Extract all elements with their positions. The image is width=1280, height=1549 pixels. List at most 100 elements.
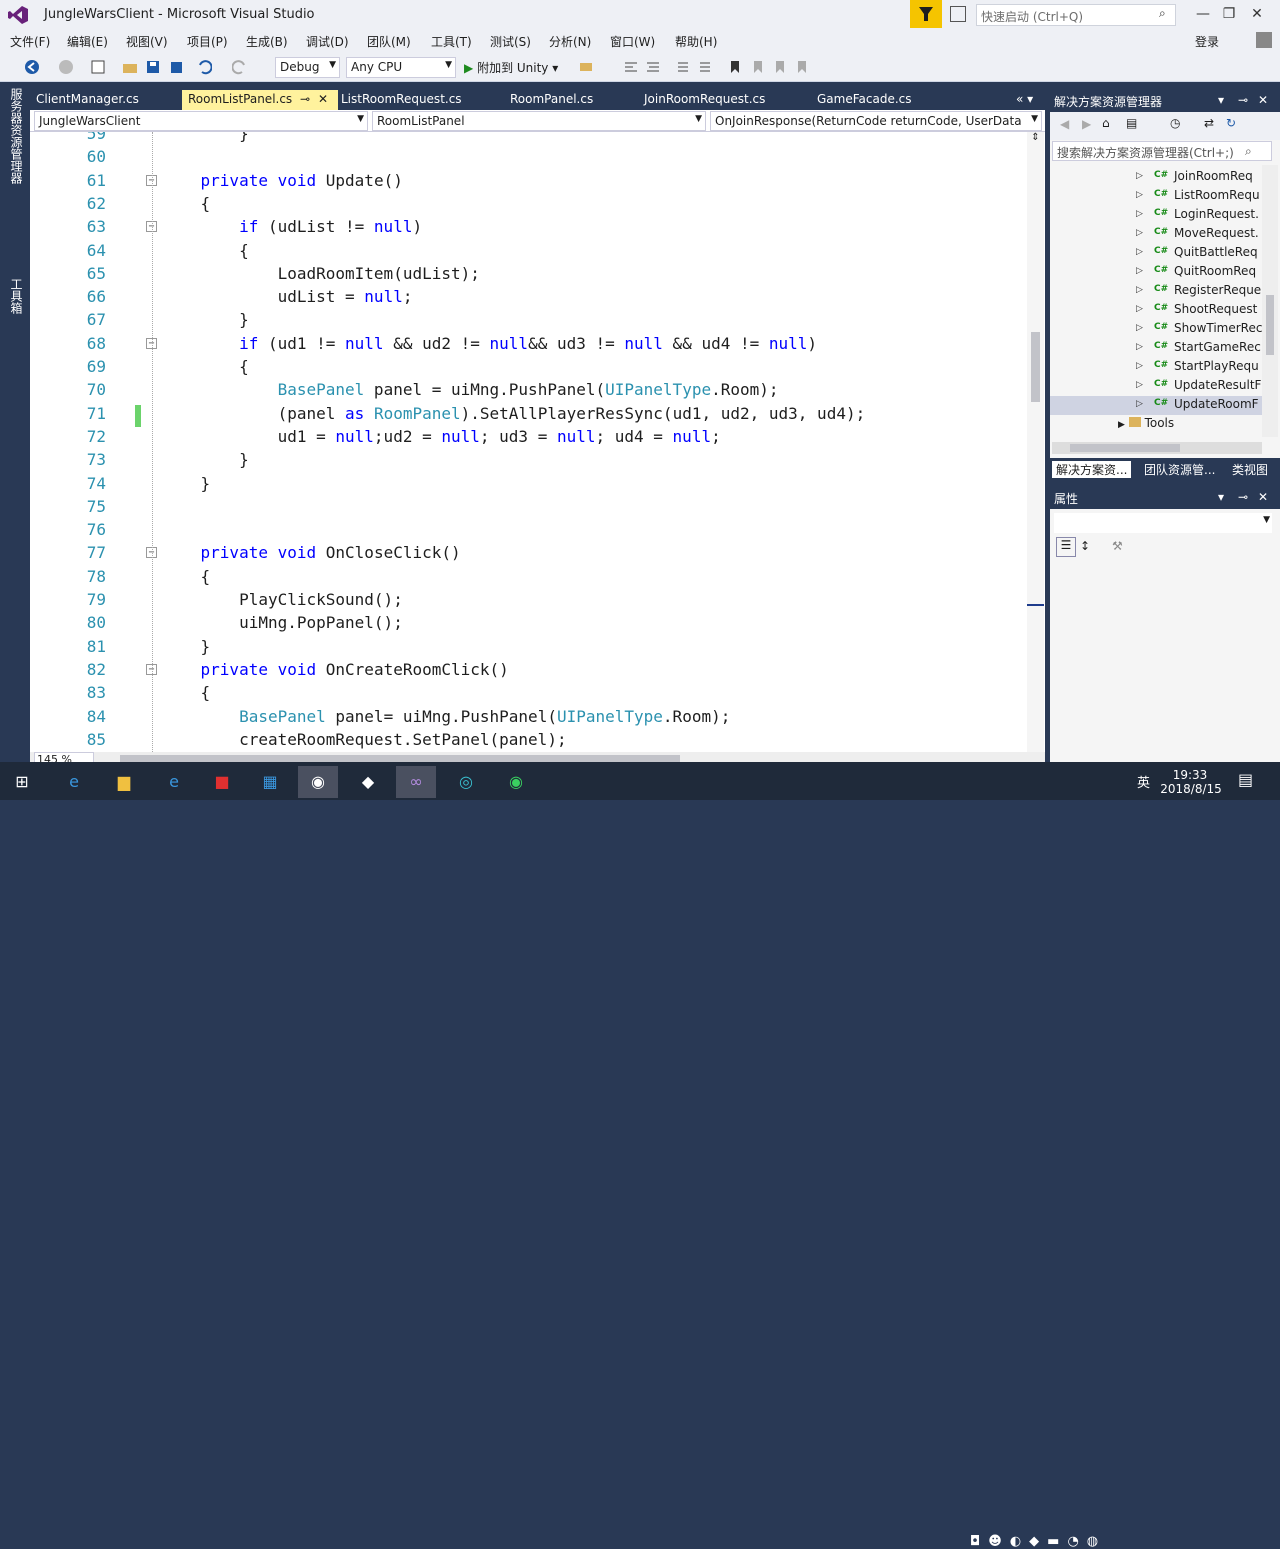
code-line[interactable]: 80 uiMng.PopPanel(); xyxy=(30,613,1030,636)
menu-edit[interactable]: 编辑(E) xyxy=(67,33,108,50)
solution-tree-item[interactable]: ▷ C# StartGameRec xyxy=(1136,339,1266,358)
format-icon[interactable] xyxy=(623,59,639,75)
code-line[interactable]: 62 { xyxy=(30,194,1030,217)
open-file-icon[interactable] xyxy=(122,59,138,75)
close-tab-icon[interactable]: ✕ xyxy=(318,92,328,106)
tab-roomlistpanel[interactable]: RoomListPanel.cs ⊸ ✕ xyxy=(182,90,338,110)
pin-icon[interactable]: ⊸ xyxy=(1238,490,1248,504)
youdao-icon[interactable]: ■ xyxy=(202,766,242,798)
code-line[interactable]: 65 LoadRoomItem(udList); xyxy=(30,264,1030,287)
new-project-icon[interactable] xyxy=(90,59,106,75)
window-app-icon[interactable]: ▦ xyxy=(250,766,290,798)
scroll-thumb[interactable] xyxy=(1031,332,1040,402)
solution-configuration-select[interactable]: Debug ▼ xyxy=(275,57,340,78)
tab-joinroomrequest[interactable]: JoinRoomRequest.cs xyxy=(638,90,771,110)
solution-tree-item[interactable]: ▷ C# UpdateResultF xyxy=(1136,377,1266,396)
expand-icon[interactable]: ▷ xyxy=(1136,380,1143,390)
code-line[interactable]: 83 { xyxy=(30,683,1030,706)
solution-tree-item[interactable]: ▷ C# MoveRequest. xyxy=(1136,225,1266,244)
code-line[interactable]: 60 xyxy=(30,147,1030,170)
expand-icon[interactable]: ▷ xyxy=(1136,342,1143,352)
windows-start-icon[interactable]: ⊞ xyxy=(2,766,42,798)
format-selection-icon[interactable] xyxy=(645,59,661,75)
menu-test[interactable]: 测试(S) xyxy=(490,33,531,50)
alphabetical-icon[interactable]: ↕ xyxy=(1080,539,1090,553)
expand-icon[interactable]: ▷ xyxy=(1136,361,1143,371)
solution-tree-item[interactable]: ▷ C# LoginRequest. xyxy=(1136,206,1266,225)
code-line[interactable]: 74 } xyxy=(30,474,1030,497)
code-line[interactable]: 72 ud1 = null;ud2 = null; ud3 = null; ud… xyxy=(30,427,1030,450)
close-icon[interactable]: ✕ xyxy=(1258,93,1268,107)
code-line[interactable]: 67 } xyxy=(30,310,1030,333)
expand-icon[interactable]: ▷ xyxy=(1136,228,1143,238)
pin-icon[interactable]: ⊸ xyxy=(1238,93,1248,107)
tab-class-view[interactable]: 类视图 xyxy=(1232,461,1268,478)
tab-clientmanager[interactable]: ClientManager.cs xyxy=(30,90,145,110)
chevron-down-icon[interactable]: ▾ xyxy=(1218,490,1224,504)
code-line[interactable]: 64 { xyxy=(30,241,1030,264)
code-line[interactable]: 71 (panel as RoomPanel).SetAllPlayerResS… xyxy=(30,404,1030,427)
history-icon[interactable]: ◷ xyxy=(1170,116,1180,130)
server-explorer-tab[interactable]: 服务器资源管理器 xyxy=(8,88,25,184)
tab-roompanel[interactable]: RoomPanel.cs xyxy=(504,90,599,110)
code-line[interactable]: 59 } xyxy=(30,132,1030,147)
forward-icon[interactable]: ▶ xyxy=(1082,117,1091,131)
tab-gamefacade[interactable]: GameFacade.cs xyxy=(811,90,918,110)
unity-icon[interactable]: ◆ xyxy=(348,766,388,798)
menu-project[interactable]: 项目(P) xyxy=(187,33,228,50)
solution-tree-item[interactable]: ▷ C# RegisterReque xyxy=(1136,282,1266,301)
tab-team-explorer[interactable]: 团队资源管... xyxy=(1144,461,1215,478)
ime-indicator[interactable]: 英 xyxy=(1137,772,1150,791)
attach-unity-button[interactable]: ▶ 附加到 Unity ▾ xyxy=(464,59,558,76)
back-icon[interactable]: ◀ xyxy=(1060,117,1069,131)
properties-object-select[interactable]: ▼ xyxy=(1054,513,1272,533)
back-icon[interactable] xyxy=(24,59,40,75)
code-line[interactable]: 84 BasePanel panel= uiMng.PushPanel(UIPa… xyxy=(30,707,1030,730)
code-line[interactable]: 75 xyxy=(30,497,1030,520)
solution-tree-item[interactable]: ▷ C# UpdateRoomF xyxy=(1050,396,1262,415)
clock-time[interactable]: 19:33 xyxy=(1160,768,1220,782)
tab-solution-explorer[interactable]: 解决方案资... xyxy=(1052,461,1132,478)
undo-icon[interactable] xyxy=(196,59,212,75)
solution-tree-item[interactable]: ▷ C# ShootRequest xyxy=(1136,301,1266,320)
sign-in-link[interactable]: 登录 xyxy=(1195,33,1219,50)
refresh-icon[interactable]: ↻ xyxy=(1226,116,1236,130)
menu-file[interactable]: 文件(F) xyxy=(10,33,50,50)
solution-tree-item[interactable]: ▷ C# QuitRoomReq xyxy=(1136,263,1266,282)
tree-hscroll[interactable] xyxy=(1052,442,1262,454)
code-line[interactable]: 81 } xyxy=(30,637,1030,660)
type-select[interactable]: RoomListPanel ▼ xyxy=(372,111,706,131)
toolbox-tab[interactable]: 工具箱 xyxy=(8,278,25,314)
next-bookmark-icon[interactable] xyxy=(772,59,788,75)
code-line[interactable]: 77− private void OnCloseClick() xyxy=(30,543,1030,566)
solution-search-input[interactable]: 搜索解决方案资源管理器(Ctrl+;) ⌕ xyxy=(1052,141,1272,161)
menu-window[interactable]: 窗口(W) xyxy=(610,33,655,50)
edge-icon[interactable]: e xyxy=(54,766,94,798)
code-line[interactable]: 82− private void OnCreateRoomClick() xyxy=(30,660,1030,683)
close-icon[interactable]: ✕ xyxy=(1258,490,1268,504)
comment-icon[interactable] xyxy=(676,59,692,75)
expand-icon[interactable]: ▷ xyxy=(1136,399,1143,409)
sync-icon[interactable]: ▤ xyxy=(1126,116,1137,130)
tree-folder-tools[interactable]: ▶ Tools xyxy=(1118,416,1174,430)
expand-icon[interactable]: ▷ xyxy=(1136,304,1143,314)
expand-icon[interactable]: ▷ xyxy=(1136,171,1143,181)
menu-team[interactable]: 团队(M) xyxy=(367,33,411,50)
code-line[interactable]: 76 xyxy=(30,520,1030,543)
restore-button[interactable]: ❐ xyxy=(1216,4,1242,24)
solution-tree-item[interactable]: ▷ C# JoinRoomReq xyxy=(1136,168,1266,187)
ie-icon[interactable]: e xyxy=(154,766,194,798)
notification-center-icon[interactable]: ▤ xyxy=(1238,770,1253,789)
switch-view-icon[interactable]: ⇄ xyxy=(1204,116,1214,130)
code-editor[interactable]: 59 } 60 61− private void Update() 62 {63− i… xyxy=(30,132,1045,752)
code-line[interactable]: 70 BasePanel panel = uiMng.PushPanel(UIP… xyxy=(30,380,1030,403)
menu-analyze[interactable]: 分析(N) xyxy=(549,33,591,50)
quick-launch-input[interactable]: 快速启动 (Ctrl+Q) ⌕ xyxy=(976,4,1176,26)
chrome-icon[interactable]: ◉ xyxy=(298,766,338,798)
solution-tree-item[interactable]: ▷ C# StartPlayRequ xyxy=(1136,358,1266,377)
pin-icon[interactable]: ⊸ xyxy=(300,92,310,106)
bookmark-icon[interactable] xyxy=(727,59,743,75)
system-tray-icons[interactable]: ◘☻◐◆▬◔◍ xyxy=(970,1534,1106,1549)
clock-date[interactable]: 2018/8/15 xyxy=(1156,782,1226,796)
minimize-button[interactable]: — xyxy=(1190,4,1216,24)
